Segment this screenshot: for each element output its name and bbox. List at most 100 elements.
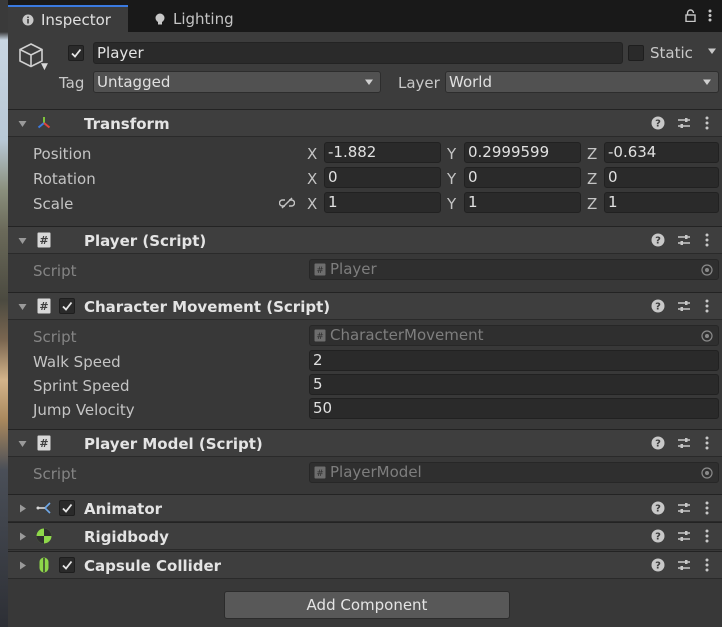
help-icon[interactable]: ? [651, 299, 665, 313]
chevron-down-icon [703, 79, 711, 85]
script-label: Script [33, 465, 77, 483]
svg-text:#: # [39, 300, 48, 313]
tab-inspector[interactable]: Inspector [8, 5, 128, 32]
component-menu-icon[interactable] [704, 436, 710, 450]
axis-y-label: Y [447, 170, 457, 188]
static-label: Static [650, 44, 693, 62]
presets-icon[interactable] [677, 116, 691, 130]
foldout-expanded-icon[interactable] [18, 439, 27, 448]
presets-icon[interactable] [677, 501, 691, 515]
tab-actions [685, 9, 712, 22]
layer-dropdown[interactable]: World [445, 71, 719, 93]
player-script-body: Script # Player [8, 254, 722, 292]
component-enabled-checkbox[interactable] [59, 557, 75, 573]
script-icon: # [37, 435, 51, 451]
scale-x-field[interactable]: 1 [324, 192, 441, 213]
position-y-field[interactable]: 0.2999599 [464, 142, 581, 163]
object-picker-icon[interactable] [701, 264, 713, 276]
scale-y-field[interactable]: 1 [464, 192, 581, 213]
rigidbody-icon [36, 528, 52, 544]
help-icon[interactable]: ? [651, 558, 665, 572]
tag-dropdown[interactable]: Untagged [93, 71, 381, 93]
script-object-field[interactable]: # Player [309, 259, 719, 280]
layer-value: World [449, 73, 492, 91]
presets-icon[interactable] [677, 436, 691, 450]
position-z-field[interactable]: -0.634 [604, 142, 719, 163]
svg-text:#: # [316, 266, 324, 276]
object-picker-icon[interactable] [701, 467, 713, 479]
animator-title: Animator [84, 500, 163, 518]
sprint-speed-field[interactable]: 5 [309, 374, 719, 395]
component-menu-icon[interactable] [704, 501, 710, 515]
static-checkbox[interactable] [628, 45, 644, 61]
player-script-header[interactable]: # Player (Script) ? [8, 226, 722, 254]
constrain-proportions-icon[interactable] [279, 197, 295, 209]
transform-title: Transform [84, 115, 170, 133]
walk-speed-field[interactable]: 2 [309, 350, 719, 371]
rotation-x-field[interactable]: 0 [324, 167, 441, 188]
script-icon: # [314, 263, 326, 276]
tab-lighting[interactable]: Lighting [140, 5, 250, 32]
component-menu-icon[interactable] [704, 299, 710, 313]
kebab-menu-icon[interactable] [708, 9, 712, 22]
tab-inspector-label: Inspector [41, 10, 111, 29]
foldout-expanded-icon[interactable] [18, 302, 27, 311]
bulb-icon [155, 13, 165, 24]
script-label: Script [33, 262, 77, 280]
character-movement-header[interactable]: # Character Movement (Script) ? [8, 292, 722, 320]
position-label: Position [33, 145, 92, 163]
icon-dropdown-caret-icon[interactable]: ▼ [41, 62, 48, 72]
checkmark-icon [62, 560, 73, 570]
script-icon: # [314, 329, 326, 342]
capsule-collider-header[interactable]: Capsule Collider ? [8, 551, 722, 579]
presets-icon[interactable] [677, 233, 691, 247]
lock-icon[interactable] [685, 9, 696, 22]
character-movement-title: Character Movement (Script) [84, 298, 331, 316]
static-dropdown-icon[interactable] [707, 46, 717, 56]
rigidbody-header[interactable]: Rigidbody ? [8, 522, 722, 550]
transform-header[interactable]: Transform ? [8, 109, 722, 137]
capsule-collider-title: Capsule Collider [84, 557, 222, 575]
help-icon[interactable]: ? [651, 436, 665, 450]
foldout-expanded-icon[interactable] [18, 236, 27, 245]
presets-icon[interactable] [677, 299, 691, 313]
help-icon[interactable]: ? [651, 116, 665, 130]
help-icon[interactable]: ? [651, 501, 665, 515]
scale-z-field[interactable]: 1 [604, 192, 719, 213]
sprint-speed-label: Sprint Speed [33, 377, 130, 395]
presets-icon[interactable] [677, 558, 691, 572]
animator-header[interactable]: Animator ? [8, 494, 722, 522]
foldout-collapsed-icon[interactable] [18, 561, 27, 570]
script-icon: # [37, 232, 51, 248]
svg-text:#: # [316, 469, 324, 479]
component-enabled-checkbox[interactable] [59, 298, 75, 314]
object-picker-icon[interactable] [701, 330, 713, 342]
foldout-collapsed-icon[interactable] [18, 504, 27, 513]
tag-value: Untagged [97, 73, 171, 91]
position-x-field[interactable]: -1.882 [324, 142, 441, 163]
foldout-expanded-icon[interactable] [18, 119, 27, 128]
component-menu-icon[interactable] [704, 116, 710, 130]
add-component-button[interactable]: Add Component [224, 591, 510, 619]
jump-velocity-field[interactable]: 50 [309, 398, 719, 419]
axis-x-label: X [307, 170, 318, 188]
component-enabled-checkbox[interactable] [59, 500, 75, 516]
rotation-z-field[interactable]: 0 [604, 167, 719, 188]
help-icon[interactable]: ? [651, 233, 665, 247]
svg-text:#: # [39, 234, 48, 247]
player-script-title: Player (Script) [84, 232, 207, 250]
active-checkbox[interactable] [68, 45, 84, 61]
player-model-header[interactable]: # Player Model (Script) ? [8, 429, 722, 457]
foldout-collapsed-icon[interactable] [18, 532, 27, 541]
component-menu-icon[interactable] [704, 558, 710, 572]
script-object-field[interactable]: # PlayerModel [309, 462, 719, 483]
svg-text:?: ? [655, 236, 661, 247]
component-menu-icon[interactable] [704, 529, 710, 543]
presets-icon[interactable] [677, 529, 691, 543]
object-name-field[interactable]: Player [93, 42, 623, 64]
help-icon[interactable]: ? [651, 529, 665, 543]
script-object-field[interactable]: # CharacterMovement [309, 325, 719, 346]
rotation-y-field[interactable]: 0 [464, 167, 581, 188]
component-menu-icon[interactable] [704, 233, 710, 247]
checkmark-icon [62, 301, 73, 311]
